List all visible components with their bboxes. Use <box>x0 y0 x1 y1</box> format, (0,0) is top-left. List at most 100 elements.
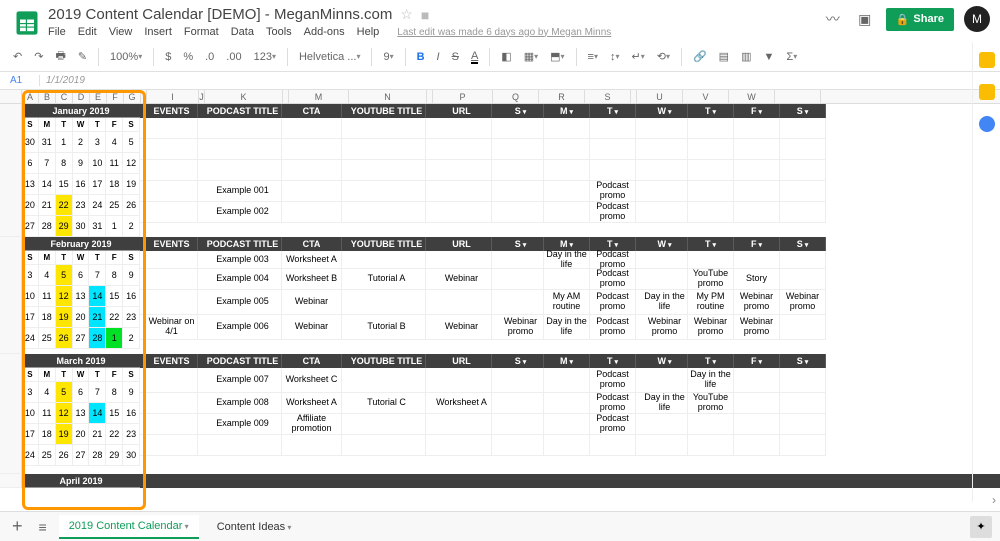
cell[interactable] <box>780 181 826 202</box>
folder-icon[interactable]: ■ <box>421 7 429 23</box>
calendar-day[interactable]: 13 <box>22 174 39 195</box>
column-header[interactable]: T <box>688 237 734 251</box>
wrap-icon[interactable]: ↵ <box>629 48 648 65</box>
fillcolor-icon[interactable]: ◧ <box>498 48 514 65</box>
star-icon[interactable]: ☆ <box>400 6 413 23</box>
calendar-day[interactable]: 21 <box>39 195 56 216</box>
calendar-day[interactable]: 14 <box>89 403 106 424</box>
menu-data[interactable]: Data <box>231 26 254 38</box>
calendar-day[interactable]: 31 <box>39 132 56 153</box>
calendar-day[interactable]: 25 <box>39 445 56 466</box>
cell[interactable] <box>780 414 826 435</box>
cell[interactable] <box>734 160 780 181</box>
calendar-day[interactable]: 24 <box>22 445 39 466</box>
cell[interactable]: Affiliate promotion <box>282 414 342 435</box>
calendar-day[interactable]: 23 <box>123 307 140 328</box>
calendar-day[interactable]: 18 <box>106 174 123 195</box>
calendar-day[interactable]: 24 <box>89 195 106 216</box>
bold-button[interactable]: B <box>414 49 428 65</box>
calendar-day[interactable]: 13 <box>73 286 90 307</box>
cell[interactable]: Tutorial C <box>348 393 426 414</box>
cell[interactable] <box>348 414 426 435</box>
paint-icon[interactable]: ✎ <box>75 48 90 65</box>
halign-icon[interactable]: ≡ <box>585 49 601 65</box>
cell[interactable]: Day in the life <box>544 251 590 269</box>
column-header[interactable]: URL <box>432 237 492 251</box>
cell[interactable]: My AM routine <box>544 290 590 315</box>
calendar-day[interactable]: 17 <box>89 174 106 195</box>
cell[interactable]: YouTube promo <box>688 269 734 290</box>
calendar-day[interactable]: 20 <box>73 424 90 445</box>
calendar-day[interactable]: 4 <box>39 382 56 403</box>
cell[interactable]: Day in the life <box>544 315 590 340</box>
calendar-day[interactable]: 27 <box>73 445 90 466</box>
cell[interactable] <box>688 139 734 160</box>
cell[interactable] <box>590 160 636 181</box>
cell[interactable] <box>498 118 544 139</box>
cell[interactable]: Day in the life <box>688 368 734 393</box>
cell[interactable] <box>432 118 492 139</box>
cell[interactable] <box>498 139 544 160</box>
calendar-day[interactable]: 13 <box>73 403 90 424</box>
cell[interactable]: Webinar <box>432 315 492 340</box>
cell[interactable]: Webinar promo <box>498 315 544 340</box>
calendar-day[interactable]: 20 <box>73 307 90 328</box>
cell[interactable] <box>432 202 492 223</box>
cell[interactable] <box>780 202 826 223</box>
calendar-day[interactable]: 19 <box>56 307 73 328</box>
cell[interactable] <box>734 181 780 202</box>
cell[interactable] <box>498 290 544 315</box>
column-header[interactable]: EVENTS <box>146 354 198 368</box>
calendar-day[interactable]: 7 <box>39 153 56 174</box>
cell[interactable]: Webinar <box>432 269 492 290</box>
calendar-day[interactable]: 3 <box>89 132 106 153</box>
cell[interactable]: Example 009 <box>204 414 282 435</box>
cell[interactable] <box>544 139 590 160</box>
calendar-day[interactable]: 30 <box>73 216 90 237</box>
column-header[interactable]: W <box>642 237 688 251</box>
cell[interactable] <box>642 414 688 435</box>
cell[interactable] <box>204 118 282 139</box>
cell[interactable] <box>498 414 544 435</box>
column-headers[interactable]: ABCDEFGIJKMNPQRSUVW <box>0 90 1000 104</box>
cell[interactable] <box>348 202 426 223</box>
cell[interactable] <box>642 139 688 160</box>
cell[interactable]: Tutorial A <box>348 269 426 290</box>
calendar-day[interactable]: 2 <box>123 216 140 237</box>
percent-icon[interactable]: % <box>180 49 196 65</box>
calendar-day[interactable]: 27 <box>22 216 39 237</box>
filter-icon[interactable]: ▼ <box>760 49 777 65</box>
calendar-day[interactable]: 17 <box>22 424 39 445</box>
calendar-day[interactable]: 14 <box>39 174 56 195</box>
borders-icon[interactable]: ▦ <box>521 48 541 65</box>
calendar-day[interactable]: 28 <box>39 216 56 237</box>
column-header[interactable]: W <box>642 354 688 368</box>
cell[interactable] <box>544 435 590 456</box>
cell[interactable] <box>780 139 826 160</box>
doc-title[interactable]: 2019 Content Calendar [DEMO] - MeganMinn… <box>48 6 392 23</box>
cell[interactable] <box>590 118 636 139</box>
cell[interactable]: Tutorial B <box>348 315 426 340</box>
calendar-day[interactable]: 26 <box>56 328 73 349</box>
cell[interactable] <box>348 118 426 139</box>
calendar-day[interactable]: 21 <box>89 307 106 328</box>
cell[interactable]: Podcast promo <box>590 368 636 393</box>
calendar-day[interactable]: 19 <box>56 424 73 445</box>
link-icon[interactable]: 🔗 <box>690 48 710 65</box>
cell[interactable] <box>498 269 544 290</box>
column-header[interactable]: S <box>498 104 544 118</box>
column-header[interactable]: T <box>688 354 734 368</box>
column-header[interactable]: CTA <box>282 354 342 368</box>
scroll-right-icon[interactable]: › <box>992 493 996 507</box>
zoom-select[interactable]: 100% <box>107 49 145 65</box>
calendar-day[interactable]: 20 <box>22 195 39 216</box>
calendar-day[interactable]: 9 <box>73 153 90 174</box>
cell[interactable] <box>146 202 198 223</box>
column-header[interactable]: URL <box>432 104 492 118</box>
cell[interactable] <box>734 414 780 435</box>
cell[interactable]: Day in the life <box>642 290 688 315</box>
calendar-day[interactable]: 28 <box>89 328 106 349</box>
cell[interactable]: Podcast promo <box>590 393 636 414</box>
cell[interactable]: Webinar promo <box>734 290 780 315</box>
tab-content-ideas[interactable]: Content Ideas <box>207 516 302 538</box>
